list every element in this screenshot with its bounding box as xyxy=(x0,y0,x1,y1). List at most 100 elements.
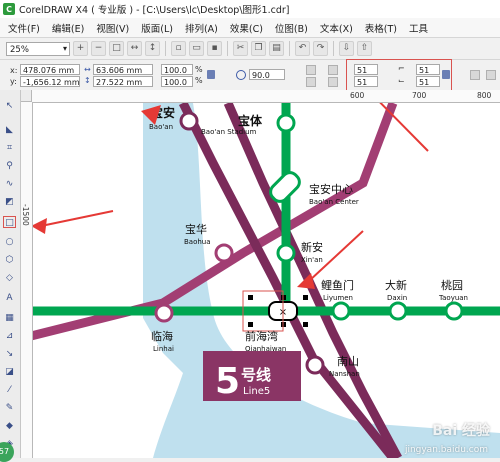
notification-badge: 57 xyxy=(0,442,14,462)
open-icon[interactable]: ▭ xyxy=(189,41,204,56)
polygon-tool-icon[interactable]: ⬡ xyxy=(3,254,16,266)
import-icon[interactable]: ⇩ xyxy=(339,41,354,56)
zoom-tool-icon[interactable]: ⚲ xyxy=(3,160,16,172)
menu-effects[interactable]: 效果(C) xyxy=(230,21,263,35)
rectangle-tool-icon[interactable]: □ xyxy=(3,216,16,228)
window-title: CorelDRAW X4 ( 专业版 ) - [C:\Users\lc\Desk… xyxy=(19,5,290,16)
label-qianhaiwan-cn: 前海湾 xyxy=(245,329,278,343)
title-bar: C CorelDRAW X4 ( 专业版 ) - [C:\Users\lc\De… xyxy=(0,0,500,19)
zoom-height-icon[interactable]: ↕ xyxy=(145,41,160,56)
redo-icon[interactable]: ↷ xyxy=(313,41,328,56)
menu-tools[interactable]: 工具 xyxy=(409,21,428,35)
coreldraw-app-icon: C xyxy=(3,3,15,15)
toolbar-divider xyxy=(165,41,166,56)
outline-tool-icon[interactable]: ✎ xyxy=(3,402,16,414)
width-field[interactable]: 63.606 mm xyxy=(93,64,153,75)
undo-icon[interactable]: ↶ xyxy=(295,41,310,56)
watermark-url: jingyan.baidu.com xyxy=(404,445,488,455)
percent-label: % xyxy=(195,65,203,74)
mirror-vertical-icon[interactable] xyxy=(306,77,316,87)
ruler-label-minus1500: -1500 xyxy=(21,204,30,226)
x-position-field[interactable]: 478.076 mm xyxy=(20,64,80,75)
y-label: y: xyxy=(10,77,17,86)
label-liyumen-en: Liyumen xyxy=(323,294,353,302)
menu-view[interactable]: 视图(V) xyxy=(96,21,129,35)
fill-tool-icon[interactable]: ◆ xyxy=(3,420,16,432)
station-taoyuan xyxy=(444,301,464,321)
menu-text[interactable]: 文本(X) xyxy=(320,21,353,35)
vertical-ruler[interactable]: -1500 xyxy=(20,102,33,458)
station-liyumen xyxy=(331,301,351,321)
toolbox: ↖ ◣ ⌗ ⚲ ∿ ◩ □ ○ ⬡ ◇ A ▦ ⊿ ↘ ◪ ⁄ ✎ ◆ ◈ 57 xyxy=(0,90,21,462)
x-label: x: xyxy=(10,66,18,75)
new-icon[interactable]: ▫ xyxy=(171,41,186,56)
ruler-label-600: 600 xyxy=(350,91,365,100)
menu-edit[interactable]: 编辑(E) xyxy=(52,21,84,35)
toolbar-divider xyxy=(333,41,334,56)
table-tool-icon[interactable]: ▦ xyxy=(3,312,16,324)
height-icon: ↕ xyxy=(84,76,91,85)
label-taoyuan-cn: 桃园 xyxy=(441,278,463,292)
menu-bitmaps[interactable]: 位图(B) xyxy=(275,21,308,35)
zoom-page-icon[interactable]: □ xyxy=(109,41,124,56)
horizontal-ruler[interactable]: 600 700 800 xyxy=(32,90,500,103)
label-linhai-en: Linhai xyxy=(153,345,174,353)
zoom-in-icon[interactable]: + xyxy=(73,41,88,56)
label-baohua-cn: 宝华 xyxy=(185,222,207,236)
subway-map-drawing: × 宝安 Bao'an 宝体 Bao'an Stadium 宝安中心 Bao'a… xyxy=(33,103,500,458)
station-baoan xyxy=(179,111,199,131)
label-daxin-cn: 大新 xyxy=(385,278,407,292)
mirror-horizontal-icon[interactable] xyxy=(306,65,316,75)
freehand-tool-icon[interactable]: ∿ xyxy=(3,178,16,190)
export-icon[interactable]: ⇧ xyxy=(357,41,372,56)
label-nanshan-en: Nanshan xyxy=(329,370,360,378)
wrap-text-icon[interactable] xyxy=(470,70,480,80)
drawing-canvas[interactable]: × 宝安 Bao'an 宝体 Bao'an Stadium 宝安中心 Bao'a… xyxy=(33,103,500,458)
menu-table[interactable]: 表格(T) xyxy=(365,21,397,35)
ellipse-tool-icon[interactable]: ○ xyxy=(3,236,16,248)
menu-arrange[interactable]: 排列(A) xyxy=(185,21,218,35)
zoom-out-icon[interactable]: − xyxy=(91,41,106,56)
paste-icon[interactable]: ▤ xyxy=(269,41,284,56)
percent-label: % xyxy=(195,76,203,85)
zoom-width-icon[interactable]: ↔ xyxy=(127,41,142,56)
scale-height-field[interactable]: 100.0 xyxy=(161,76,193,87)
y-position-field[interactable]: -1,656.12 mm xyxy=(20,76,80,87)
smart-fill-icon[interactable]: ◩ xyxy=(3,196,16,208)
scallop-corner-icon[interactable] xyxy=(328,65,338,75)
label-baohua-en: Baohua xyxy=(184,238,211,246)
ruler-origin[interactable] xyxy=(20,90,32,102)
connector-tool-icon[interactable]: ↘ xyxy=(3,348,16,360)
shape-tool-icon[interactable]: ◣ xyxy=(3,124,16,136)
crop-tool-icon[interactable]: ⌗ xyxy=(3,142,16,154)
label-baoti-cn: 宝体 xyxy=(238,113,263,128)
save-icon[interactable]: ▪ xyxy=(207,41,222,56)
label-daxin-en: Daxin xyxy=(387,294,407,302)
selection-handle[interactable] xyxy=(303,322,308,327)
ruler-label-800: 800 xyxy=(477,91,492,100)
dimension-tool-icon[interactable]: ⊿ xyxy=(3,330,16,342)
ruler-label-700: 700 xyxy=(412,91,427,100)
pick-tool-icon[interactable]: ↖ xyxy=(3,100,16,112)
station-linhai xyxy=(154,303,174,323)
zoom-level-select[interactable]: 25% xyxy=(6,41,70,56)
height-field[interactable]: 27.522 mm xyxy=(93,76,153,87)
scale-width-field[interactable]: 100.0 xyxy=(161,64,193,75)
rotation-field[interactable]: 90.0 xyxy=(249,69,285,80)
selection-handle[interactable] xyxy=(248,322,253,327)
station-baoti xyxy=(276,113,296,133)
basic-shapes-icon[interactable]: ◇ xyxy=(3,272,16,284)
chamfer-corner-icon[interactable] xyxy=(328,77,338,87)
selection-handle[interactable] xyxy=(303,295,308,300)
copy-icon[interactable]: ❐ xyxy=(251,41,266,56)
menu-file[interactable]: 文件(F) xyxy=(8,21,40,35)
lock-ratio-icon[interactable] xyxy=(207,70,215,79)
text-tool-icon[interactable]: A xyxy=(3,292,16,304)
menu-layout[interactable]: 版面(L) xyxy=(141,21,173,35)
cut-icon[interactable]: ✂ xyxy=(233,41,248,56)
selection-handle[interactable] xyxy=(248,295,253,300)
outline-icon[interactable] xyxy=(486,70,496,80)
eyedropper-tool-icon[interactable]: ⁄ xyxy=(3,384,16,396)
blend-tool-icon[interactable]: ◪ xyxy=(3,366,16,378)
label-liyumen-cn: 鲤鱼门 xyxy=(321,278,354,292)
